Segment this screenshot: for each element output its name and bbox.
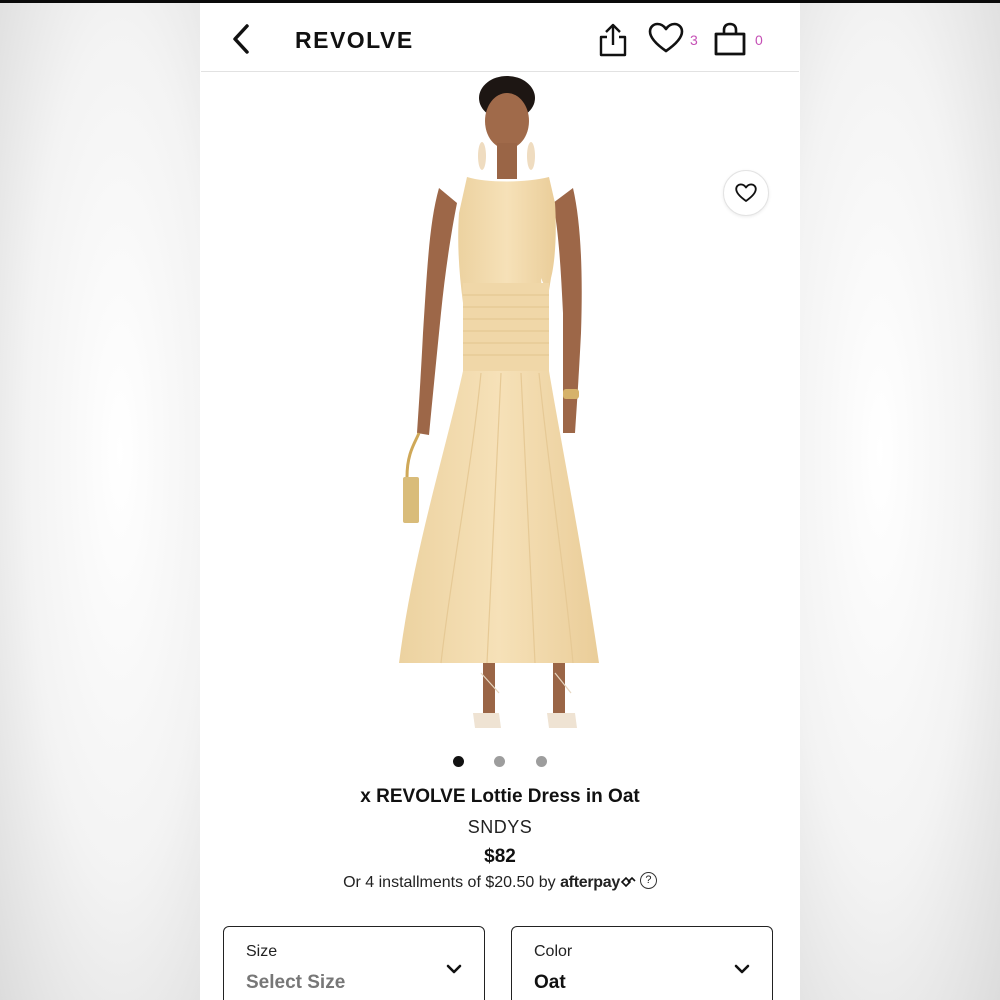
product-image[interactable] <box>201 73 799 748</box>
chevron-left-icon <box>233 24 249 54</box>
color-select-label: Color <box>534 943 573 960</box>
installment-text: Or 4 installments of $20.50 by <box>343 874 556 891</box>
heart-icon <box>648 22 684 53</box>
bag-count-badge: 0 <box>755 32 763 48</box>
share-button[interactable] <box>597 21 629 57</box>
wishlist-button[interactable] <box>648 22 684 54</box>
back-button[interactable] <box>227 21 257 57</box>
carousel-dot-1[interactable] <box>453 756 464 767</box>
product-brand[interactable]: SNDYS <box>201 817 799 838</box>
size-select-label: Size <box>246 943 278 960</box>
product-price: $82 <box>484 846 516 867</box>
product-title: x REVOLVE Lottie Dress in Oat <box>360 786 640 807</box>
carousel-dot-2[interactable] <box>494 756 505 767</box>
favorite-button[interactable] <box>723 170 769 216</box>
color-select[interactable]: Color Oat <box>511 926 773 1000</box>
heart-icon <box>735 183 757 202</box>
shopping-bag-button[interactable] <box>713 21 747 57</box>
right-backdrop <box>800 3 1000 1000</box>
help-icon[interactable]: ? <box>639 872 657 890</box>
app-header: REVOLVE 3 0 <box>201 3 799 72</box>
color-select-value: Oat <box>534 972 566 993</box>
model-photo-illustration <box>399 76 599 728</box>
chevron-down-icon <box>446 964 462 974</box>
product-page: REVOLVE 3 0 x REVOLVE Lottie Dress in Oa… <box>201 3 799 1000</box>
size-select[interactable]: Size Select Size <box>223 926 485 1000</box>
wishlist-count-badge: 3 <box>690 32 698 48</box>
carousel-dot-3[interactable] <box>536 756 547 767</box>
size-select-value: Select Size <box>246 972 346 993</box>
chevron-down-icon <box>734 964 750 974</box>
share-icon <box>599 23 627 57</box>
shopping-bag-icon <box>714 22 746 56</box>
left-backdrop <box>0 3 200 1000</box>
afterpay-arrows-icon <box>620 876 636 887</box>
brand-logo[interactable]: REVOLVE <box>295 27 414 54</box>
afterpay-logo: afterpay <box>560 874 620 891</box>
installment-info: Or 4 installments of $20.50 by afterpay? <box>201 872 799 892</box>
